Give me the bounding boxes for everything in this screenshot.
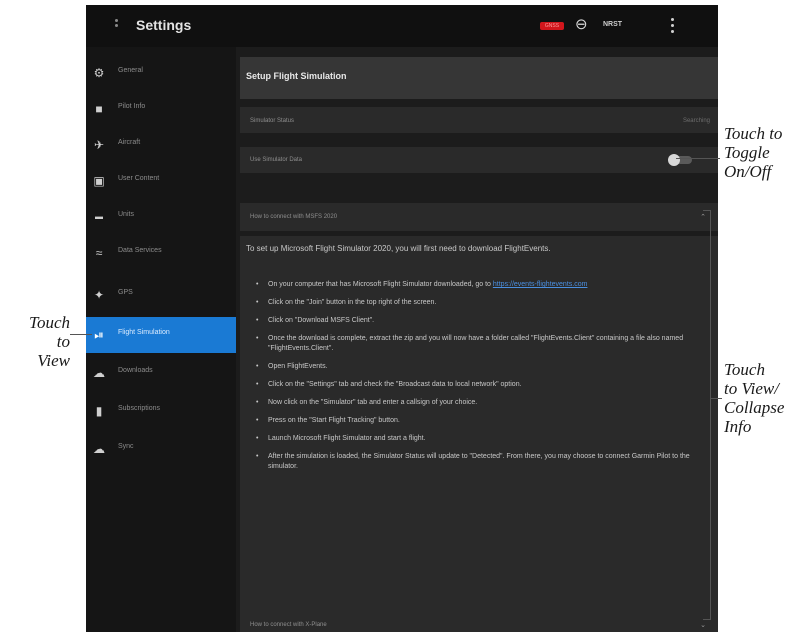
chevron-down-icon[interactable]: ⌄: [700, 621, 706, 629]
status-badge[interactable]: GNSS: [540, 22, 564, 30]
sidebar-item-label: Units: [118, 211, 134, 218]
simulator-status-value: Searching: [682, 118, 710, 124]
connection-icon[interactable]: ⊖: [575, 15, 588, 33]
toggle-leader-line: [676, 158, 720, 159]
list-item: Open FlightEvents.: [256, 362, 696, 372]
use-simulator-data-label: Use Simulator Data: [250, 157, 303, 163]
list-item: Now click on the "Simulator" tab and ent…: [256, 398, 696, 408]
list-item: Launch Microsoft Flight Simulator and st…: [256, 434, 696, 444]
msfs-instructions: To set up Microsoft Flight Simulator 202…: [240, 236, 718, 618]
sidebar: ⚙ General ■ Pilot Info ✈ Aircraft ▣ User…: [86, 47, 236, 632]
lock-icon: ▮: [95, 404, 103, 418]
instructions-intro: To set up Microsoft Flight Simulator 202…: [246, 244, 551, 253]
view-leader-line: [70, 334, 92, 335]
annotation-line: Touch to: [724, 124, 783, 143]
joystick-icon: ⏯: [94, 328, 104, 342]
ruler-icon: ▬: [95, 212, 103, 221]
simulator-status-row: Simulator Status Searching: [240, 107, 718, 133]
sidebar-item-label: Aircraft: [118, 139, 141, 146]
sidebar-item-label: Downloads: [118, 367, 153, 374]
xplane-accordion-title: How to connect with X-Plane: [250, 622, 327, 628]
sidebar-item-label: User Content: [118, 175, 160, 182]
collapse-leader-line: [710, 398, 722, 399]
sidebar-item-aircraft[interactable]: ✈ Aircraft: [86, 127, 236, 163]
xplane-accordion-header[interactable]: How to connect with X-Plane ⌄: [240, 613, 718, 632]
sidebar-item-label: Flight Simulation: [118, 329, 170, 336]
use-simulator-data-row[interactable]: Use Simulator Data: [240, 147, 718, 173]
list-item: After the simulation is loaded, the Simu…: [256, 452, 696, 472]
annotation-line: Toggle: [724, 143, 770, 162]
sidebar-item-downloads[interactable]: ☁ Downloads: [86, 355, 236, 391]
sidebar-item-sync[interactable]: ☁ Sync: [86, 431, 236, 467]
sidebar-item-units[interactable]: ▬ Units: [86, 199, 236, 235]
content-icon: ▣: [93, 174, 105, 188]
wifi-icon: ≈: [95, 246, 103, 260]
more-options-icon[interactable]: [671, 18, 675, 36]
msfs-accordion-header[interactable]: How to connect with MSFS 2020 ⌃: [240, 203, 718, 231]
annotation-line: Info: [724, 417, 752, 436]
sidebar-item-general[interactable]: ⚙ General: [86, 55, 236, 91]
list-item: Click on the "Join" button in the top ri…: [256, 298, 696, 308]
menu-icon[interactable]: [108, 17, 124, 33]
annotation-line: to View/: [724, 379, 779, 398]
device-screen: Settings GNSS ⊖ NRST ⚙ General ■ Pilot I…: [86, 5, 718, 632]
msfs-accordion-title: How to connect with MSFS 2020: [250, 214, 338, 220]
section-header: Setup Flight Simulation: [240, 57, 718, 99]
sidebar-item-label: Pilot Info: [118, 103, 146, 110]
chevron-up-icon[interactable]: ⌃: [700, 213, 706, 221]
toggle-knob: [668, 154, 680, 166]
instructions-list: On your computer that has Microsoft Flig…: [256, 280, 696, 480]
top-bar: Settings GNSS ⊖ NRST: [86, 5, 718, 47]
toggle-annotation: Touch to Toggle On/Off: [724, 124, 782, 181]
list-item: Once the download is complete, extract t…: [256, 334, 696, 354]
collapse-bracket-line: [710, 210, 711, 620]
person-icon: ■: [95, 102, 103, 116]
page-title: Setup Flight Simulation: [246, 71, 347, 81]
collapse-bracket-bottom: [703, 619, 711, 620]
download-cloud-icon: ☁: [93, 366, 105, 380]
sidebar-item-user-content[interactable]: ▣ User Content: [86, 163, 236, 199]
sidebar-item-label: General: [118, 67, 143, 74]
annotation-line: On/Off: [724, 162, 772, 181]
collapse-annotation: Touch to View/ Collapse Info: [724, 360, 784, 436]
sidebar-item-pilot-info[interactable]: ■ Pilot Info: [86, 91, 236, 127]
sync-cloud-icon: ☁: [93, 442, 105, 456]
satellite-icon: ✦: [93, 288, 105, 302]
nearest-button[interactable]: NRST: [603, 21, 622, 28]
annotation-line: Touch: [724, 360, 765, 379]
flightevents-link[interactable]: https://events-flightevents.com: [493, 281, 588, 288]
list-item: Press on the "Start Flight Tracking" but…: [256, 416, 696, 426]
sidebar-item-gps[interactable]: ✦ GPS: [86, 277, 236, 313]
sidebar-item-label: Subscriptions: [118, 405, 161, 412]
main-content: Setup Flight Simulation Simulator Status…: [240, 57, 718, 632]
list-item: On your computer that has Microsoft Flig…: [256, 280, 696, 290]
annotation-line: to View: [37, 332, 70, 370]
airplane-icon: ✈: [93, 138, 105, 152]
simulator-status-label: Simulator Status: [250, 118, 295, 124]
sidebar-item-label: Data Services: [118, 247, 162, 254]
sidebar-item-label: GPS: [118, 289, 133, 296]
list-item: Click on "Download MSFS Client".: [256, 316, 696, 326]
gear-icon: ⚙: [93, 66, 105, 80]
sidebar-item-label: Sync: [118, 443, 134, 450]
view-annotation: Touch to View: [22, 313, 70, 370]
annotation-line: Collapse: [724, 398, 785, 417]
app-title: Settings: [136, 17, 192, 33]
sidebar-item-subscriptions[interactable]: ▮ Subscriptions: [86, 393, 236, 429]
annotation-line: Touch: [29, 313, 70, 332]
collapse-bracket-top: [703, 210, 711, 211]
sidebar-item-data-services[interactable]: ≈ Data Services: [86, 235, 236, 271]
list-item: Click on the "Settings" tab and check th…: [256, 380, 696, 390]
sidebar-item-flight-simulation[interactable]: ⏯ Flight Simulation: [86, 317, 236, 353]
